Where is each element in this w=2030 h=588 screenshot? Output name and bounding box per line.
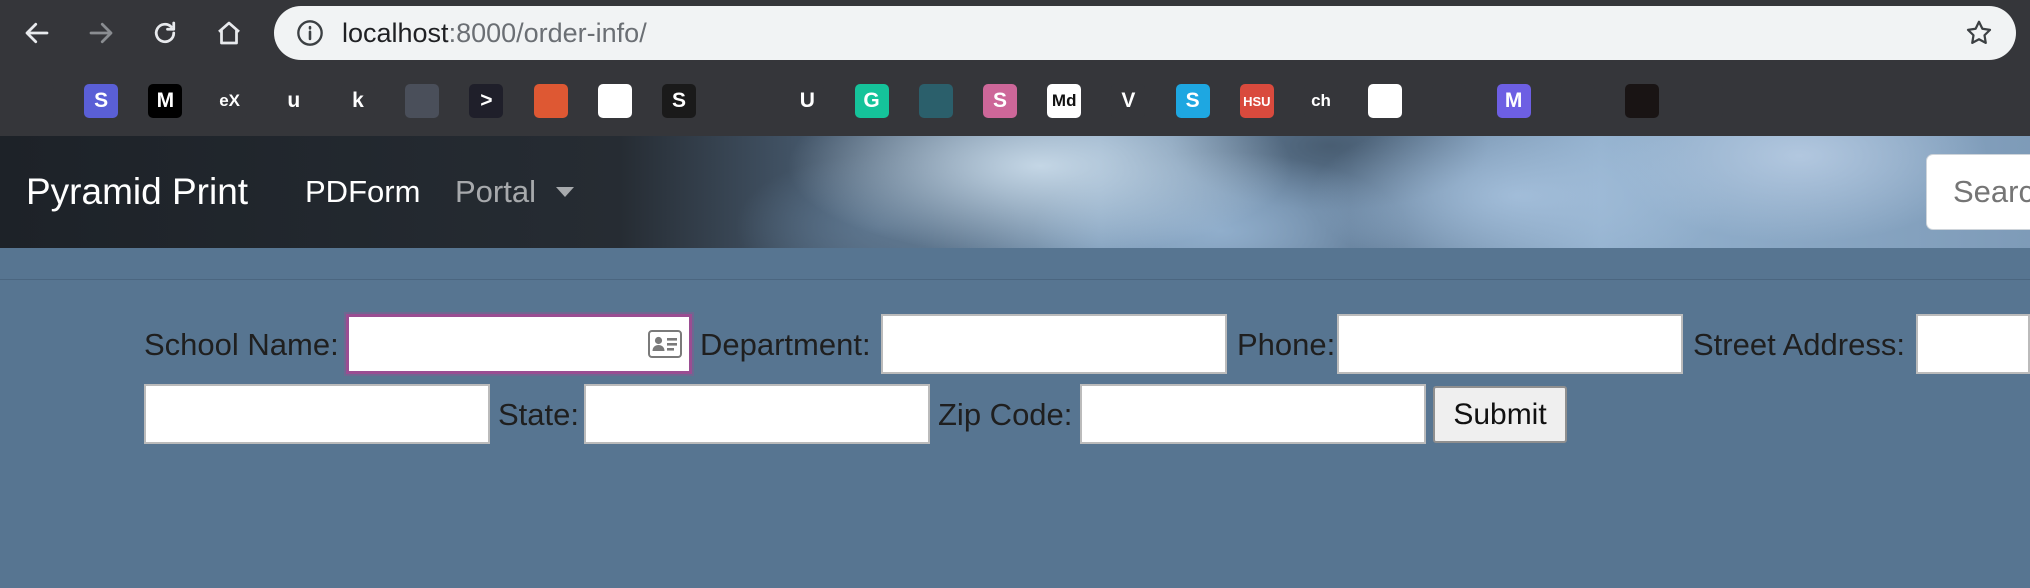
parallelogram-icon[interactable] bbox=[1560, 84, 1595, 118]
back-button[interactable] bbox=[14, 10, 60, 56]
url-path: :8000/order-info/ bbox=[448, 18, 647, 48]
chrome-icon[interactable] bbox=[1368, 84, 1403, 118]
duckduckgo-icon[interactable] bbox=[533, 84, 568, 118]
crown-icon[interactable] bbox=[597, 84, 632, 118]
star-icon[interactable] bbox=[1964, 18, 1994, 48]
medium-icon[interactable]: M bbox=[148, 84, 183, 118]
city-input[interactable] bbox=[144, 384, 490, 444]
address-bar[interactable]: localhost:8000/order-info/ bbox=[274, 6, 2016, 60]
state-input[interactable] bbox=[584, 384, 930, 444]
back-arrow-icon bbox=[25, 22, 49, 44]
edx-icon[interactable]: eX bbox=[212, 84, 247, 118]
url-text[interactable]: localhost:8000/order-info/ bbox=[342, 6, 647, 60]
search-input[interactable] bbox=[1926, 154, 2030, 230]
ring-icon[interactable] bbox=[1689, 84, 1724, 118]
nav-link-pdform[interactable]: PDForm bbox=[305, 136, 420, 248]
contact-card-icon[interactable] bbox=[648, 330, 682, 358]
site-navbar: Pyramid Print PDForm Portal bbox=[0, 136, 2030, 248]
khan-icon[interactable]: k bbox=[341, 84, 375, 118]
sass-icon[interactable]: S bbox=[983, 84, 1017, 118]
udacity-icon[interactable]: U bbox=[790, 84, 825, 118]
submit-button[interactable]: Submit bbox=[1433, 386, 1567, 443]
reload-icon bbox=[154, 21, 176, 44]
udemy-icon[interactable]: u bbox=[276, 84, 311, 118]
s-blue-icon[interactable]: S bbox=[1175, 84, 1210, 118]
bookmarks-bar: S MeX u k > S U G S Md V S HSU ch M bbox=[0, 66, 2030, 136]
hsu-icon[interactable]: HSU bbox=[1239, 84, 1274, 118]
department-input[interactable] bbox=[881, 314, 1227, 374]
zip-code-label: Zip Code: bbox=[938, 397, 1073, 432]
home-button[interactable] bbox=[206, 10, 252, 56]
vue-icon[interactable]: V bbox=[1111, 84, 1146, 118]
browser-toolbar: localhost:8000/order-info/ bbox=[0, 0, 2030, 66]
forward-button[interactable] bbox=[78, 10, 124, 56]
bird-icon[interactable] bbox=[918, 84, 953, 118]
phone-label: Phone: bbox=[1237, 327, 1336, 362]
reload-button[interactable] bbox=[142, 10, 188, 56]
grammarly-icon[interactable]: G bbox=[854, 84, 889, 118]
brand-link[interactable]: Pyramid Print bbox=[26, 136, 248, 248]
forward-arrow-icon bbox=[89, 22, 113, 44]
rocket-icon[interactable] bbox=[405, 84, 440, 118]
department-label: Department: bbox=[700, 327, 871, 362]
phone-input[interactable] bbox=[1337, 314, 1683, 374]
stackedit-icon[interactable]: S bbox=[84, 84, 119, 118]
caret-down-icon[interactable] bbox=[556, 187, 574, 197]
school-name-input[interactable] bbox=[346, 314, 692, 374]
street-address-input[interactable] bbox=[1916, 314, 2030, 374]
mastodon-icon[interactable]: M bbox=[1496, 84, 1531, 118]
zip-code-input[interactable] bbox=[1080, 384, 1426, 444]
spotify-icon[interactable] bbox=[1625, 84, 1659, 118]
s-box-icon[interactable]: S bbox=[662, 84, 696, 118]
school-name-label: School Name: bbox=[144, 327, 339, 362]
analytics-icon[interactable] bbox=[1432, 84, 1467, 118]
nav-link-portal[interactable]: Portal bbox=[455, 136, 536, 248]
street-address-label: Street Address: bbox=[1693, 327, 1905, 362]
state-label: State: bbox=[498, 397, 579, 432]
hexagon-icon[interactable] bbox=[726, 84, 761, 118]
ch-icon[interactable]: ch bbox=[1304, 84, 1338, 118]
markdown-icon[interactable]: Md bbox=[1047, 84, 1082, 118]
home-icon bbox=[218, 21, 240, 45]
terminal-icon[interactable]: > bbox=[469, 84, 504, 118]
url-host: localhost bbox=[342, 18, 449, 48]
info-icon[interactable] bbox=[296, 19, 324, 47]
divider bbox=[0, 279, 2030, 280]
airtable-icon[interactable] bbox=[20, 84, 54, 118]
